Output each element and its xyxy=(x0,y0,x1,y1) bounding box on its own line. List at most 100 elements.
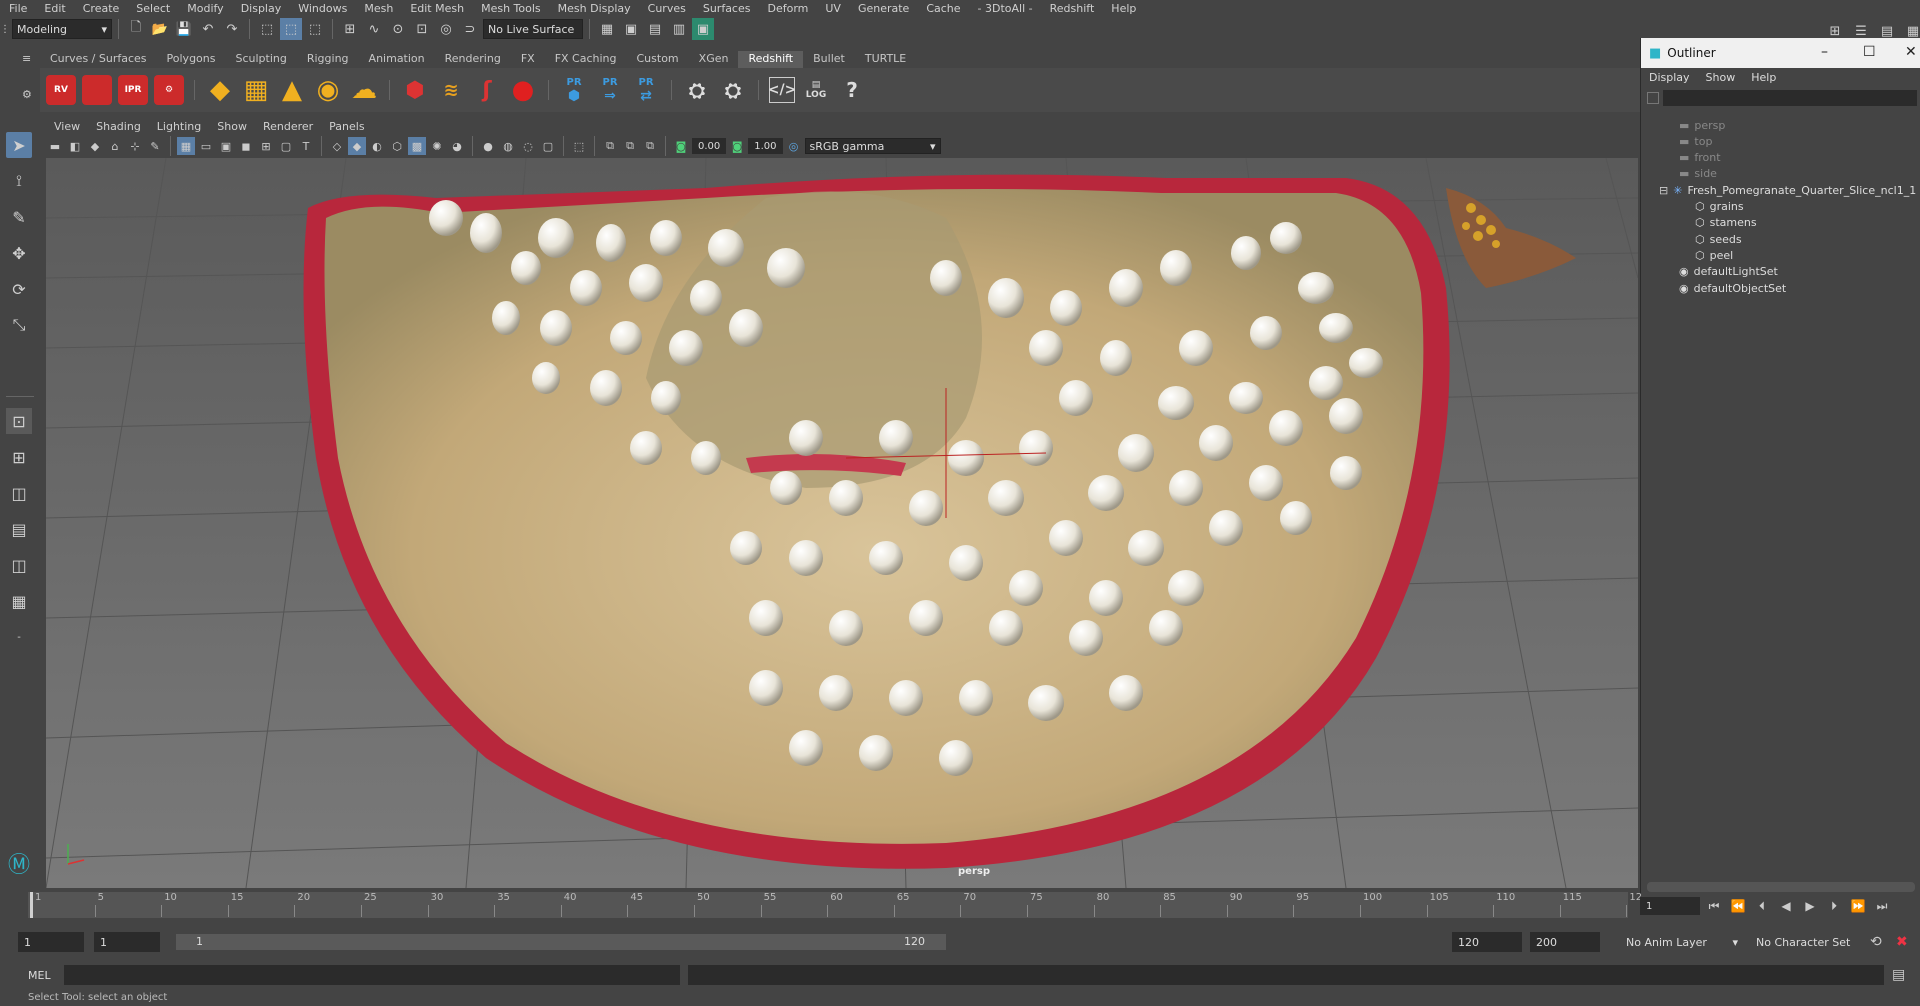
command-language-label[interactable]: MEL xyxy=(28,969,51,982)
menu-3dtoall[interactable]: - 3DtoAll - xyxy=(969,2,1041,15)
shelf-tab-redshift[interactable]: Redshift xyxy=(738,51,804,68)
two-d-pan-icon[interactable]: ⊹ xyxy=(126,137,144,155)
xray-joints-icon[interactable]: ⧉ xyxy=(621,137,639,155)
menu-edit[interactable]: Edit xyxy=(35,2,73,15)
outliner-layout-icon[interactable]: ▤ xyxy=(6,516,32,542)
shelf-tab-custom[interactable]: Custom xyxy=(627,51,689,68)
select-component-icon[interactable]: ⬚ xyxy=(304,18,326,40)
step-forward-key-icon[interactable]: ⏩ xyxy=(1848,897,1868,915)
pr-import-icon[interactable]: PR ⇄ xyxy=(631,75,661,105)
scale-tool-icon[interactable]: ⤡ xyxy=(6,312,32,338)
open-scene-icon[interactable]: 📂 xyxy=(149,18,171,40)
redshift-render-view-icon[interactable]: RV xyxy=(46,75,76,105)
grid-light-icon[interactable]: ▦ xyxy=(241,75,271,105)
auto-key-icon[interactable]: ⟲ xyxy=(1870,934,1882,950)
menu-file[interactable]: File xyxy=(0,2,35,15)
camera-attributes-icon[interactable]: ◧ xyxy=(66,137,84,155)
step-back-frame-icon[interactable]: ⏴ xyxy=(1752,897,1772,915)
shelf-tab-turtle[interactable]: TURTLE xyxy=(855,51,916,68)
menu-windows[interactable]: Windows xyxy=(289,2,355,15)
paint-select-icon[interactable]: ✎ xyxy=(6,204,32,230)
render-globals-icon[interactable]: ▣ xyxy=(692,18,714,40)
live-surface-field[interactable]: No Live Surface xyxy=(483,19,583,39)
outliner-hscrollbar[interactable] xyxy=(1647,882,1915,892)
outliner-item[interactable]: ⬡ grains xyxy=(1695,198,1744,216)
menu-surfaces[interactable]: Surfaces xyxy=(694,2,759,15)
menuset-dropdown[interactable]: Modeling ▾ xyxy=(12,19,112,39)
anim-layer-dropdown[interactable]: No Anim Layer ▾ xyxy=(1620,932,1744,952)
proxy-icon[interactable]: ⬢ xyxy=(400,75,430,105)
shelf-tab-fx-caching[interactable]: FX Caching xyxy=(545,51,627,68)
color-management-icon[interactable]: ◎ xyxy=(785,137,803,155)
menu-deform[interactable]: Deform xyxy=(758,2,816,15)
exposure-field[interactable]: 0.00 xyxy=(692,138,727,154)
anti-aliasing-icon[interactable]: ◌ xyxy=(519,137,537,155)
snap-surface-icon[interactable]: ◎ xyxy=(435,18,457,40)
current-frame-field[interactable]: 1 xyxy=(1640,897,1700,915)
motion-blur-icon[interactable]: ◍ xyxy=(499,137,517,155)
ambient-occlusion-icon[interactable]: ● xyxy=(479,137,497,155)
outliner-item[interactable]: ◉ defaultObjectSet xyxy=(1679,279,1786,297)
play-backward-icon[interactable]: ◀ xyxy=(1776,897,1796,915)
perspective-viewport[interactable] xyxy=(46,158,1638,888)
shelf-tab-bullet[interactable]: Bullet xyxy=(803,51,855,68)
wireframe-on-shaded-icon[interactable]: ⬡ xyxy=(388,137,406,155)
view-transform-dropdown[interactable]: sRGB gamma ▾ xyxy=(804,138,941,154)
script-editor-icon[interactable]: </> xyxy=(768,77,796,103)
ipr-render-icon[interactable]: ▥ xyxy=(668,18,690,40)
collapse-icon[interactable]: ⊟ xyxy=(1659,184,1668,197)
time-slider-track[interactable]: 1 5 10 15 20 25 30 35 40 45 50 55 60 65 70 75 80 85 90 95 10… xyxy=(28,892,1642,918)
scene-end-field[interactable]: 200 xyxy=(1530,932,1600,952)
outliner-item[interactable]: ◉ defaultLightSet xyxy=(1679,263,1778,281)
magnet-icon[interactable]: ⊃ xyxy=(459,18,481,40)
outliner-item[interactable]: ⬡ peel xyxy=(1695,246,1733,264)
outliner-item[interactable]: ▬ top xyxy=(1679,132,1712,150)
snap-curve-icon[interactable]: ∿ xyxy=(363,18,385,40)
camera-icon[interactable]: ▬ xyxy=(46,137,64,155)
menu-cache[interactable]: Cache xyxy=(917,2,968,15)
gamma-field[interactable]: 1.00 xyxy=(748,138,783,154)
log-icon[interactable]: ▤ LOG xyxy=(801,75,831,105)
snap-grid-icon[interactable]: ⊞ xyxy=(339,18,361,40)
menu-mesh-display[interactable]: Mesh Display xyxy=(549,2,639,15)
safe-title-icon[interactable]: T xyxy=(297,137,315,155)
field-chart-icon[interactable]: ⊞ xyxy=(257,137,275,155)
outliner-item[interactable]: ▬ side xyxy=(1679,165,1717,183)
lights-icon[interactable]: ✺ xyxy=(428,137,446,155)
shelf-settings-icon[interactable]: ⚙ xyxy=(22,88,34,101)
wireframe-icon[interactable]: ◇ xyxy=(328,137,346,155)
outliner-item[interactable]: ▬ front xyxy=(1679,149,1721,167)
panel-menu-lighting[interactable]: Lighting xyxy=(149,120,209,133)
menu-help[interactable]: Help xyxy=(1102,2,1144,15)
outliner-menu-show[interactable]: Show xyxy=(1698,71,1744,84)
menu-modify[interactable]: Modify xyxy=(178,2,231,15)
outliner-filter-icon[interactable] xyxy=(1647,92,1659,104)
time-slider[interactable]: 1 5 10 15 20 25 30 35 40 45 50 55 60 65 70 75 80 85 90 95 10… xyxy=(20,888,1642,922)
render-view-icon[interactable]: ▣ xyxy=(620,18,642,40)
textured-icon[interactable]: ▩ xyxy=(408,137,426,155)
panel-menu-view[interactable]: View xyxy=(46,120,88,133)
smooth-shade-icon[interactable]: ◆ xyxy=(348,137,366,155)
grease-pencil-icon[interactable]: ✎ xyxy=(146,137,164,155)
play-forward-icon[interactable]: ▶ xyxy=(1800,897,1820,915)
default-material-icon[interactable]: ◐ xyxy=(368,137,386,155)
pr-object-icon[interactable]: PR ⬢ xyxy=(559,75,589,105)
grid-toggle-icon[interactable]: ▦ xyxy=(177,137,195,155)
gate-mask-icon[interactable]: ◼ xyxy=(237,137,255,155)
teapot-icon[interactable]: ⛭ xyxy=(682,75,712,105)
resolution-gate-icon[interactable]: ▣ xyxy=(217,137,235,155)
area-light-icon[interactable]: ◆ xyxy=(205,75,235,105)
more-layouts-icon[interactable]: - xyxy=(6,624,32,650)
close-icon[interactable]: ✕ xyxy=(1905,44,1917,60)
panel-menu-panels[interactable]: Panels xyxy=(321,120,372,133)
render-frame-icon[interactable]: ▤ xyxy=(644,18,666,40)
script-editor-icon[interactable]: ▤ xyxy=(1892,967,1905,983)
shelf-tab-polygons[interactable]: Polygons xyxy=(157,51,226,68)
outliner-item[interactable]: ⬡ stamens xyxy=(1695,214,1757,232)
shelf-tab-sculpting[interactable]: Sculpting xyxy=(225,51,296,68)
menu-curves[interactable]: Curves xyxy=(639,2,694,15)
xray-components-icon[interactable]: ⧉ xyxy=(641,137,659,155)
save-scene-icon[interactable]: 💾 xyxy=(173,18,195,40)
curve-material-icon[interactable]: ʃ xyxy=(472,75,502,105)
shadows-icon[interactable]: ◕ xyxy=(448,137,466,155)
